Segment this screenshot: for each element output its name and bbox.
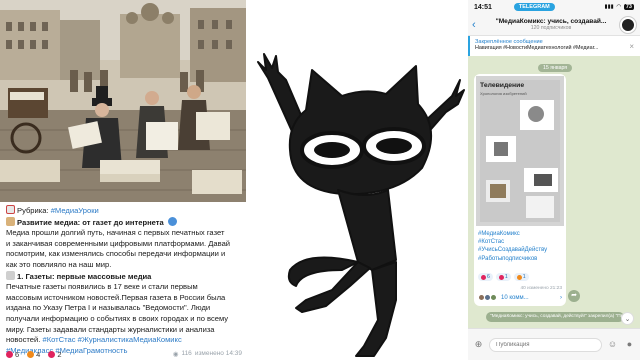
section-heading-line: 1. Газеты: первые массовые медиа [6,270,244,283]
date-divider: 15 января [538,64,573,72]
paragraph2-line-1: Печатные газеты появились в 17 веке и ст… [6,282,198,292]
paragraph2-line-2: массовым источником новостей.Первая газе… [6,292,226,302]
bubble-reactions: 6 1 1 [478,273,529,281]
eye-icon: ◉ [172,351,179,358]
status-time: 14:51 [474,3,492,11]
subscriber-count: 120 подписчиков [530,25,572,31]
heart-icon [481,274,486,280]
views-count: 116 [181,350,192,357]
post-illustration-newspaper-readers[interactable] [0,0,246,202]
cat-mascot-drawing [246,0,468,360]
comments-link[interactable]: 10 комм... › [478,294,562,301]
calendar-icon [6,205,15,214]
hashtag-link[interactable]: #Работыподписчиков [478,255,564,263]
avatar [490,294,497,301]
fire-icon [27,350,35,358]
rubric-prefix: Рубрика: [17,206,51,215]
paragraph2-line-3: издана по Указу Петра I и называлась "Ве… [6,303,211,313]
back-arrow-icon[interactable]: ‹ [472,19,482,31]
pinned-message-bar[interactable]: Закреплённое сообщение Навигация #Новост… [468,36,640,56]
newspaper-street-scene-image [0,0,246,202]
section-heading: 1. Газеты: первые массовые медиа [17,271,152,281]
heart-icon [498,274,504,280]
globe-icon [167,216,177,226]
signal-icon: ▮▮▮ [604,4,614,10]
reaction-fire[interactable]: 4 [27,350,40,359]
post-meta: ◉ 116 изменено 14:39 [173,350,242,358]
chat-header: ‹ "МедиаКомикс: учись, создавай... 120 п… [468,14,640,36]
cat-stas-illustration [257,53,465,357]
image-subtitle: Хронология изобретений [480,91,527,96]
reaction-chip[interactable]: 6 [478,273,493,281]
paragraph1-line-1: Медиа прошли долгий путь, начиная с перв… [6,228,225,238]
paragraph1-line-4: как это повлияло на наш мир. [6,259,112,269]
telegram-pill[interactable]: TELEGRAM [513,3,555,11]
rubric-line: Рубрика: #МедиаУроки [6,205,244,217]
hashtag-link[interactable]: #УчисьСоздавайДейству [478,246,564,254]
telegram-post: Рубрика: #МедиаУроки Развитие медиа: от … [0,0,246,360]
channel-post-bubble[interactable]: Телевидение Хронология изобретений #Меди… [474,74,566,306]
paragraph2-line-5: миру. Газеты задавали стандарты журналис… [6,324,215,334]
television-chronology-image[interactable] [476,76,564,226]
chat-title-area[interactable]: "МедиаКомикс: учись, создавай... 120 под… [482,18,620,31]
paragraph1-line-2: и заканчивая современными цифровыми плат… [6,238,231,248]
close-icon[interactable]: × [629,42,634,51]
attach-icon[interactable]: ⊕ [472,338,485,351]
paragraph2-line-4: получали информацию о событиях в своих г… [6,313,229,323]
publication-input[interactable] [489,337,602,352]
battery-level: 73 [623,4,634,10]
edited-time: изменено 14:39 [194,350,242,357]
post-hashtags: #МедиаКомикс #КотСтас #УчисьСоздавайДейс… [478,230,564,263]
heart-icon [48,350,56,358]
hashtag-links[interactable]: #КотСтас #ЖурналистикаМедиаКомикс [42,335,181,344]
reaction-heart[interactable]: 6 [6,350,19,359]
post-text: Рубрика: #МедиаУроки Развитие медиа: от … [6,205,244,356]
phone-status-bar: 14:51 TELEGRAM ▮▮▮ ◠ 73 [468,0,640,14]
image-title: Телевидение [480,82,525,89]
pinned-notice-pill[interactable]: "МедиаКомикс: учись, создавай, действуй!… [486,312,624,322]
chat-title: "МедиаКомикс: учись, создавай... [495,18,607,25]
post-reactions: 6 4 2 ◉ 116 изменено 14:39 [6,348,242,360]
newspaper-icon [6,270,15,280]
chevron-right-icon: › [560,294,562,301]
microphone-icon[interactable]: ● [623,338,636,351]
paragraph2-tail: новостей. [6,335,41,345]
wifi-icon: ◠ [616,4,621,10]
hashtag-link[interactable]: #МедиаКомикс [478,230,564,238]
scroll-down-icon[interactable]: ⌄ [621,312,634,325]
pinned-text: Навигация #НовостиМедиатехнологий #Медиа… [475,45,599,51]
comments-count: 10 комм... [501,294,529,301]
post-title-line: Развитие медиа: от газет до интернета [6,216,244,229]
paragraph2-line-6: новостей. #КотСтас #ЖурналистикаМедиаКом… [6,335,244,346]
reaction-chip[interactable]: 1 [513,273,529,281]
fire-icon [516,274,522,280]
rubric-hashtag-link[interactable]: #МедиаУроки [51,206,99,215]
paragraph1-line-3: посмотрим, как изменялись способы переда… [6,249,226,259]
share-icon[interactable]: ➦ [568,290,580,302]
post-title: Развитие медиа: от газет до интернета [17,217,164,227]
heart-icon [6,350,13,358]
newspaper-icon [6,216,15,226]
reaction-heart-2[interactable]: 2 [48,350,62,359]
message-composer: ⊕ ☺ ● [468,328,640,360]
channel-avatar[interactable] [620,16,636,33]
bubble-views-time: 40 изменено 21:23 [520,286,562,291]
reaction-chip[interactable]: 1 [495,273,511,281]
sticker-icon[interactable]: ☺ [606,338,619,351]
phone-telegram-screenshot: 14:51 TELEGRAM ▮▮▮ ◠ 73 ‹ "МедиаКомикс: … [468,0,640,360]
hashtag-link[interactable]: #КотСтас [478,238,564,246]
